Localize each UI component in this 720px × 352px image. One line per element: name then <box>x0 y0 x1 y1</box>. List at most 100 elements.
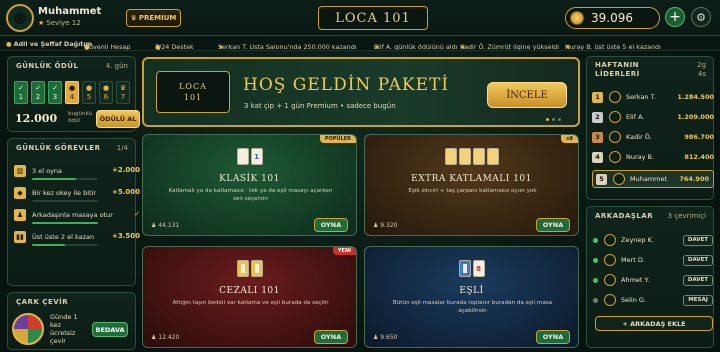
top-bar: Muhammet ★ Seviye 12 ♛ PREMIUM LOCA 101 39… <box>0 0 720 36</box>
message-button[interactable]: MESAJ <box>683 294 713 306</box>
leaderboard-panel: HAFTANIN LİDERLERİ 2g 4s 1 Serkan T. 1.284.5… <box>586 56 714 200</box>
play-button[interactable]: OYNA <box>536 218 570 232</box>
avatar <box>604 254 616 266</box>
avatar <box>609 131 621 143</box>
add-coins-button[interactable]: + <box>665 7 685 27</box>
tiles-icon <box>143 260 356 277</box>
task-item[interactable]: ▥ 3 el oyna +2.000 <box>14 163 142 180</box>
friends-online: 3 çevrimiçi <box>667 212 706 220</box>
player-count: ♟ 44.131 <box>151 222 180 229</box>
app-logo: LOCA 101 <box>318 6 428 30</box>
day-6: ● 6 <box>99 81 113 104</box>
task-item[interactable]: ♟ Arkadaşınla masaya otur ✓ <box>14 207 142 224</box>
claim-reward-button[interactable]: ÖDÜLÜ AL <box>96 110 140 128</box>
coin-balance[interactable]: 39.096 <box>565 7 660 29</box>
coin-value: 39.096 <box>591 11 633 25</box>
tiles-icon: 1 <box>143 148 356 165</box>
leaderboard-title: HAFTANIN LİDERLERİ <box>595 61 640 78</box>
task-reward: +2.000 <box>111 166 140 174</box>
daily-days: ✓ 1 ✓ 2 ✓ 3 ● 4 ● 5 ● 6 ♛ 7 <box>14 81 130 104</box>
day-4[interactable]: ● 4 <box>65 81 79 104</box>
daily-amount: 12.000 <box>15 112 58 125</box>
gear-icon: ⚙ <box>696 10 706 24</box>
news-ticker: ● Adil ve Şeffaf Dağıtım ● Güvenli Hesap… <box>0 37 720 51</box>
task-progress <box>32 222 98 224</box>
game-card-klasik[interactable]: POPÜLER 1 KLASİK 101 Katlamalı ya da kat… <box>142 134 357 236</box>
task-reward: +3.500 <box>111 232 140 240</box>
play-button[interactable]: OYNA <box>314 330 348 344</box>
star-icon: ★ <box>38 19 45 27</box>
ticker-item: ● Adil ve Şeffaf Dağıtım <box>6 40 93 48</box>
online-dot <box>593 257 598 263</box>
game-card-extra[interactable]: x8 EXTRA KATLAMALI 101 Eşik zinciri + ta… <box>364 134 579 236</box>
game-card-esli[interactable]: 8 EŞLİ Bütün eşli masalar burada toplanı… <box>364 246 579 348</box>
friend-row: Mert D. DAVET <box>593 253 713 267</box>
friend-row: Ahmet Y. DAVET <box>593 273 713 287</box>
task-icon: ▮▮ <box>14 231 26 243</box>
player-count: ♟ 12.420 <box>151 334 180 341</box>
friend-row: Selin G. MESAJ <box>593 293 713 307</box>
card-description: Attığın taşın bedeli var katlama ve eşli… <box>172 300 329 306</box>
invite-button[interactable]: DAVET <box>683 254 713 266</box>
wheel-icon[interactable] <box>12 313 44 345</box>
carousel-dots[interactable] <box>546 118 561 121</box>
play-button[interactable]: OYNA <box>314 218 348 232</box>
leaderboard-timer: 2g 4s <box>697 61 706 78</box>
task-icon: ◆ <box>14 187 26 199</box>
task-icon: ▥ <box>14 165 26 177</box>
day-3[interactable]: ✓ 3 <box>48 81 62 104</box>
promo-banner: LOCA 101 HOŞ GELDİN PAKETİ 3 kat çip + 1 … <box>142 57 580 127</box>
avatar <box>604 274 616 286</box>
play-button[interactable]: OYNA <box>536 330 570 344</box>
settings-button[interactable]: ⚙ <box>691 7 711 27</box>
leaderboard-row[interactable]: 2 Elif A. 1.209.000 <box>592 109 714 125</box>
leaderboard-row[interactable]: 1 Serkan T. 1.284.500 <box>592 89 714 105</box>
invite-button[interactable]: DAVET <box>683 234 713 246</box>
premium-button[interactable]: ♛ PREMIUM <box>126 9 181 27</box>
tiles-icon: 8 <box>365 260 578 277</box>
card-title: CEZALI 101 <box>219 286 280 296</box>
avatar <box>613 173 625 185</box>
coin-icon <box>570 11 584 25</box>
banner-subtitle: 3 kat çip + 1 gün Premium • sadece bugün <box>244 102 396 110</box>
wheel-text: Günde 1 kez ücretsiz çevir <box>50 313 78 345</box>
daily-reward-title: GÜNLÜK ÖDÜL <box>16 62 79 70</box>
add-friend-button[interactable]: + ARKADAŞ EKLE <box>595 316 713 331</box>
card-badge: x8 <box>561 135 578 143</box>
tasks-title: GÜNLÜK GÖREVLER <box>16 144 101 152</box>
day-1[interactable]: ✓ 1 <box>14 81 28 104</box>
banner-title: HOŞ GELDİN PAKETİ <box>243 75 450 95</box>
friend-row: Zeynep K. DAVET <box>593 233 713 247</box>
task-icon: ♟ <box>14 209 26 221</box>
task-reward: +5.000 <box>111 188 140 196</box>
user-level-text: Seviye 12 <box>46 19 81 27</box>
daily-reward-panel: GÜNLÜK ÖDÜL 4. gün ✓ 1 ✓ 2 ✓ 3 ● 4 ● 5 ● 6 ♛ 7 … <box>7 56 140 132</box>
task-progress <box>32 244 65 246</box>
daily-amount-caption: bugünkü ödül <box>68 111 92 124</box>
banner-inspect-button[interactable]: İNCELE <box>487 82 567 108</box>
task-item[interactable]: ◆ Bir kez okey ile bitir +5.000 <box>14 185 142 202</box>
user-avatar[interactable] <box>6 4 34 32</box>
day-7: ♛ 7 <box>116 81 130 104</box>
game-card-cezali[interactable]: YENİ CEZALI 101 Attığın taşın bedeli var… <box>142 246 357 348</box>
spin-wheel-button[interactable]: BEDAVA <box>92 322 128 337</box>
friends-panel: ARKADAŞLAR 3 çevrimiçi Zeynep K. DAVET Me… <box>586 206 714 348</box>
daily-day-label: 4. gün <box>105 62 128 70</box>
avatar <box>609 151 621 163</box>
invite-button[interactable]: DAVET <box>683 274 713 286</box>
card-title: EXTRA KATLAMALI 101 <box>411 174 532 184</box>
day-2[interactable]: ✓ 2 <box>31 81 45 104</box>
leaderboard-row[interactable]: 3 Kadir Ö. 986.700 <box>592 129 714 145</box>
player-count: ♟ 9.650 <box>373 334 398 341</box>
online-dot <box>593 237 598 243</box>
card-title: EŞLİ <box>459 286 484 296</box>
leaderboard-row[interactable]: 4 Nuray B. 812.400 <box>592 149 714 165</box>
user-name: Muhammet <box>38 6 102 17</box>
daily-tasks-panel: GÜNLÜK GÖREVLER 1/4 ▥ 3 el oyna +2.000 ◆… <box>7 138 140 286</box>
online-dot <box>593 277 598 283</box>
leaderboard-row-self[interactable]: 5 Muhammet 764.900 <box>592 170 714 188</box>
task-item[interactable]: ▮▮ Üst üste 2 el kazan +3.500 <box>14 229 142 246</box>
player-count: ♟ 9.320 <box>373 222 398 229</box>
offline-dot <box>593 297 598 303</box>
card-badge: POPÜLER <box>319 135 356 143</box>
